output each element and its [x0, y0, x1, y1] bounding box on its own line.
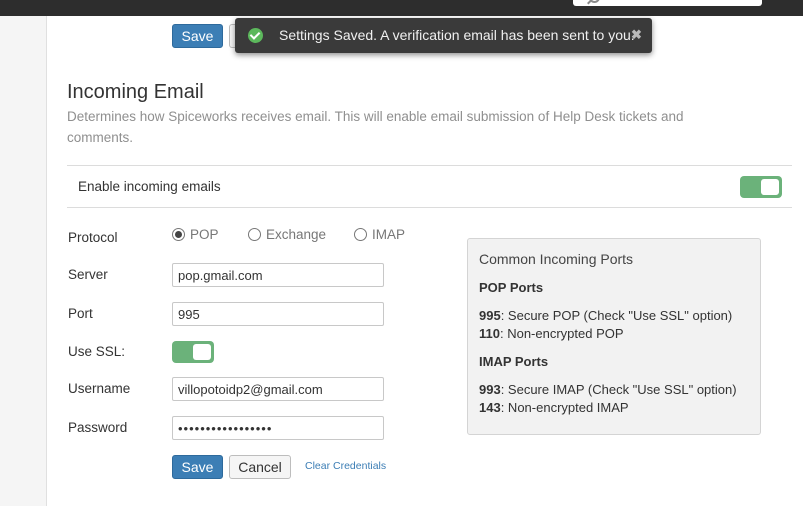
section-description: Determines how Spiceworks receives email… — [67, 109, 684, 145]
server-input[interactable] — [172, 263, 384, 287]
port-label: Port — [68, 306, 93, 321]
cancel-button[interactable]: Cancel — [229, 455, 291, 479]
top-bar — [0, 0, 803, 16]
port-line-995: 995: Secure POP (Check "Use SSL" option) — [479, 308, 733, 323]
search-icon — [589, 0, 600, 3]
server-label: Server — [68, 267, 108, 282]
username-label: Username — [68, 381, 131, 396]
use-ssl-label: Use SSL: — [68, 344, 126, 359]
imap-ports-heading: IMAP Ports — [479, 354, 549, 369]
ports-title: Common Incoming Ports — [479, 251, 634, 267]
divider — [67, 165, 792, 166]
radio-unselected — [248, 228, 261, 241]
check-circle-icon — [248, 28, 263, 43]
clear-credentials-link[interactable]: Clear Credentials — [305, 460, 386, 472]
password-label: Password — [68, 420, 128, 435]
radio-selected — [172, 228, 185, 241]
notification-toast: Settings Saved. A verification email has… — [235, 18, 652, 53]
username-input[interactable] — [172, 377, 384, 401]
enable-incoming-label: Enable incoming emails — [78, 179, 221, 194]
toggle-knob — [761, 179, 779, 195]
common-ports-panel: Common Incoming Ports POP Ports 995: Sec… — [467, 238, 761, 435]
close-icon[interactable]: ✖ — [631, 27, 642, 43]
port-input[interactable] — [172, 302, 384, 326]
pop-ports-heading: POP Ports — [479, 280, 544, 295]
toggle-knob — [193, 344, 211, 360]
port-line-110: 110: Non-encrypted POP — [479, 326, 624, 341]
section-title: Incoming Email — [67, 81, 204, 103]
port-line-993: 993: Secure IMAP (Check "Use SSL" option… — [479, 382, 737, 397]
port-line-143: 143: Non-encrypted IMAP — [479, 400, 629, 415]
left-rail — [0, 16, 47, 506]
top-save-button[interactable]: Save — [172, 24, 223, 48]
protocol-label: Protocol — [68, 230, 118, 245]
global-search-input[interactable] — [573, 0, 762, 6]
use-ssl-toggle[interactable] — [172, 341, 214, 363]
divider — [67, 207, 792, 208]
radio-unselected — [354, 228, 367, 241]
save-button[interactable]: Save — [172, 455, 223, 479]
enable-incoming-toggle[interactable] — [740, 176, 782, 198]
toast-message: Settings Saved. A verification email has… — [279, 27, 635, 43]
password-input[interactable] — [172, 416, 384, 440]
